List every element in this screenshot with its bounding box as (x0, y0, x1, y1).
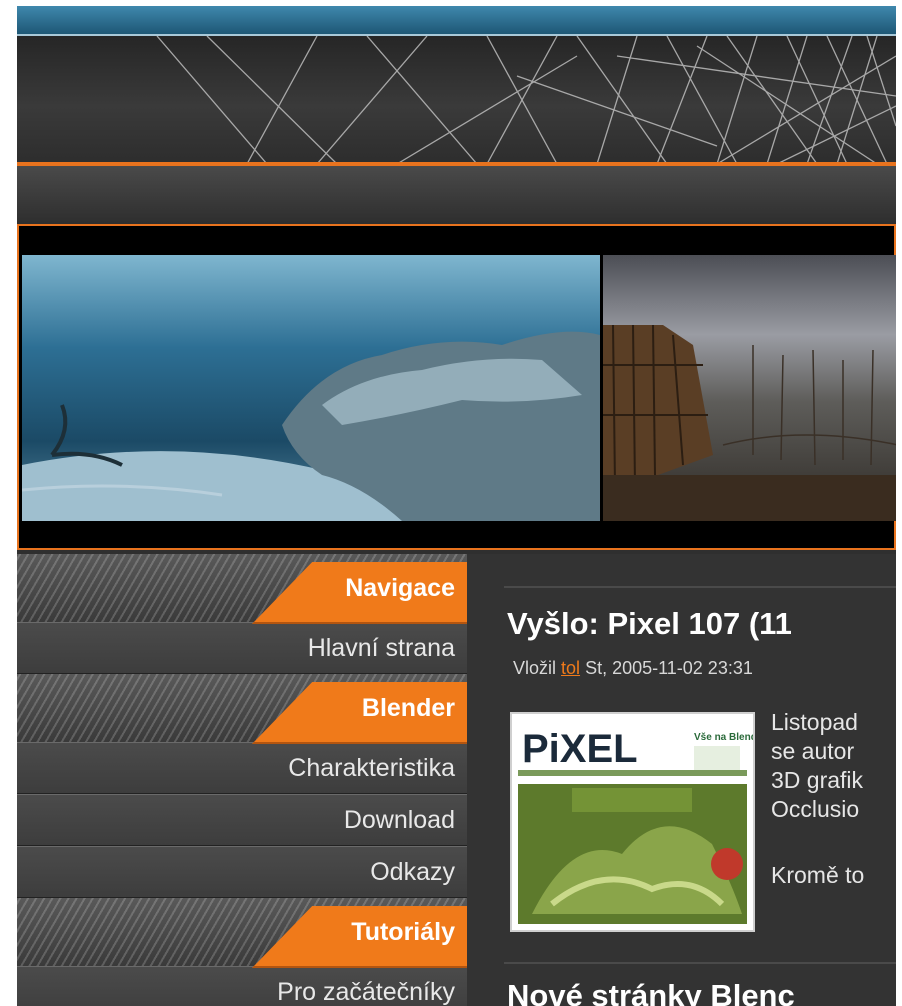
cover-logo: PiXEL (522, 727, 638, 771)
sidebar-header-blender: Blender (17, 674, 467, 744)
page: Navigace Hlavní strana Blender Charakter… (17, 6, 896, 1006)
sidebar-item-pro-zacatecniky[interactable]: Pro začátečníky (17, 966, 467, 1006)
sidebar-header-label: Navigace (345, 574, 455, 602)
main-content: Vyšlo: Pixel 107 (11 Vložil tol St, 2005… (467, 554, 896, 1006)
sidebar: Navigace Hlavní strana Blender Charakter… (17, 554, 467, 1006)
article-body: Listopad se autor 3D grafik Occlusio (771, 708, 863, 824)
sidebar-header-tutorialy: Tutoriály (17, 898, 467, 968)
sidebar-item-hlavni-strana[interactable]: Hlavní strana (17, 622, 467, 674)
body-line: se autor (771, 738, 855, 764)
article2-title[interactable]: Nové stránky Blenc (507, 978, 795, 1006)
top-bar (17, 6, 896, 36)
underwater-render-image (22, 255, 600, 521)
sidebar-header-label: Blender (361, 694, 455, 722)
sidebar-item-download[interactable]: Download (17, 794, 467, 846)
render-gallery (17, 224, 896, 550)
sidebar-header-navigace: Navigace (17, 554, 467, 624)
article-title[interactable]: Vyšlo: Pixel 107 (11 (507, 606, 792, 642)
ruins-render-image (603, 255, 896, 521)
article-date: St, 2005-11-02 23:31 (585, 658, 753, 678)
magazine-cover-image[interactable]: PiXEL Vše na Blender (510, 712, 755, 932)
header-banner (17, 36, 896, 164)
article-byline: Vložil tol St, 2005-11-02 23:31 (513, 658, 753, 679)
sidebar-item-charakteristika[interactable]: Charakteristika (17, 742, 467, 794)
author-link[interactable]: tol (561, 658, 580, 678)
byline-prefix: Vložil (513, 658, 557, 678)
article-body-line: Kromě to (771, 862, 865, 888)
cover-side-text: Vše na Blender (694, 732, 753, 743)
body-line: Listopad (771, 709, 858, 735)
body-line: 3D grafik (771, 767, 864, 793)
sidebar-item-odkazy[interactable]: Odkazy (17, 846, 467, 898)
wireframe-lines (156, 36, 896, 164)
divider (504, 586, 896, 588)
sidebar-header-label: Tutoriály (351, 918, 455, 946)
body-line: Occlusio (771, 796, 860, 822)
sub-header-bar (17, 166, 896, 224)
divider (504, 962, 896, 964)
